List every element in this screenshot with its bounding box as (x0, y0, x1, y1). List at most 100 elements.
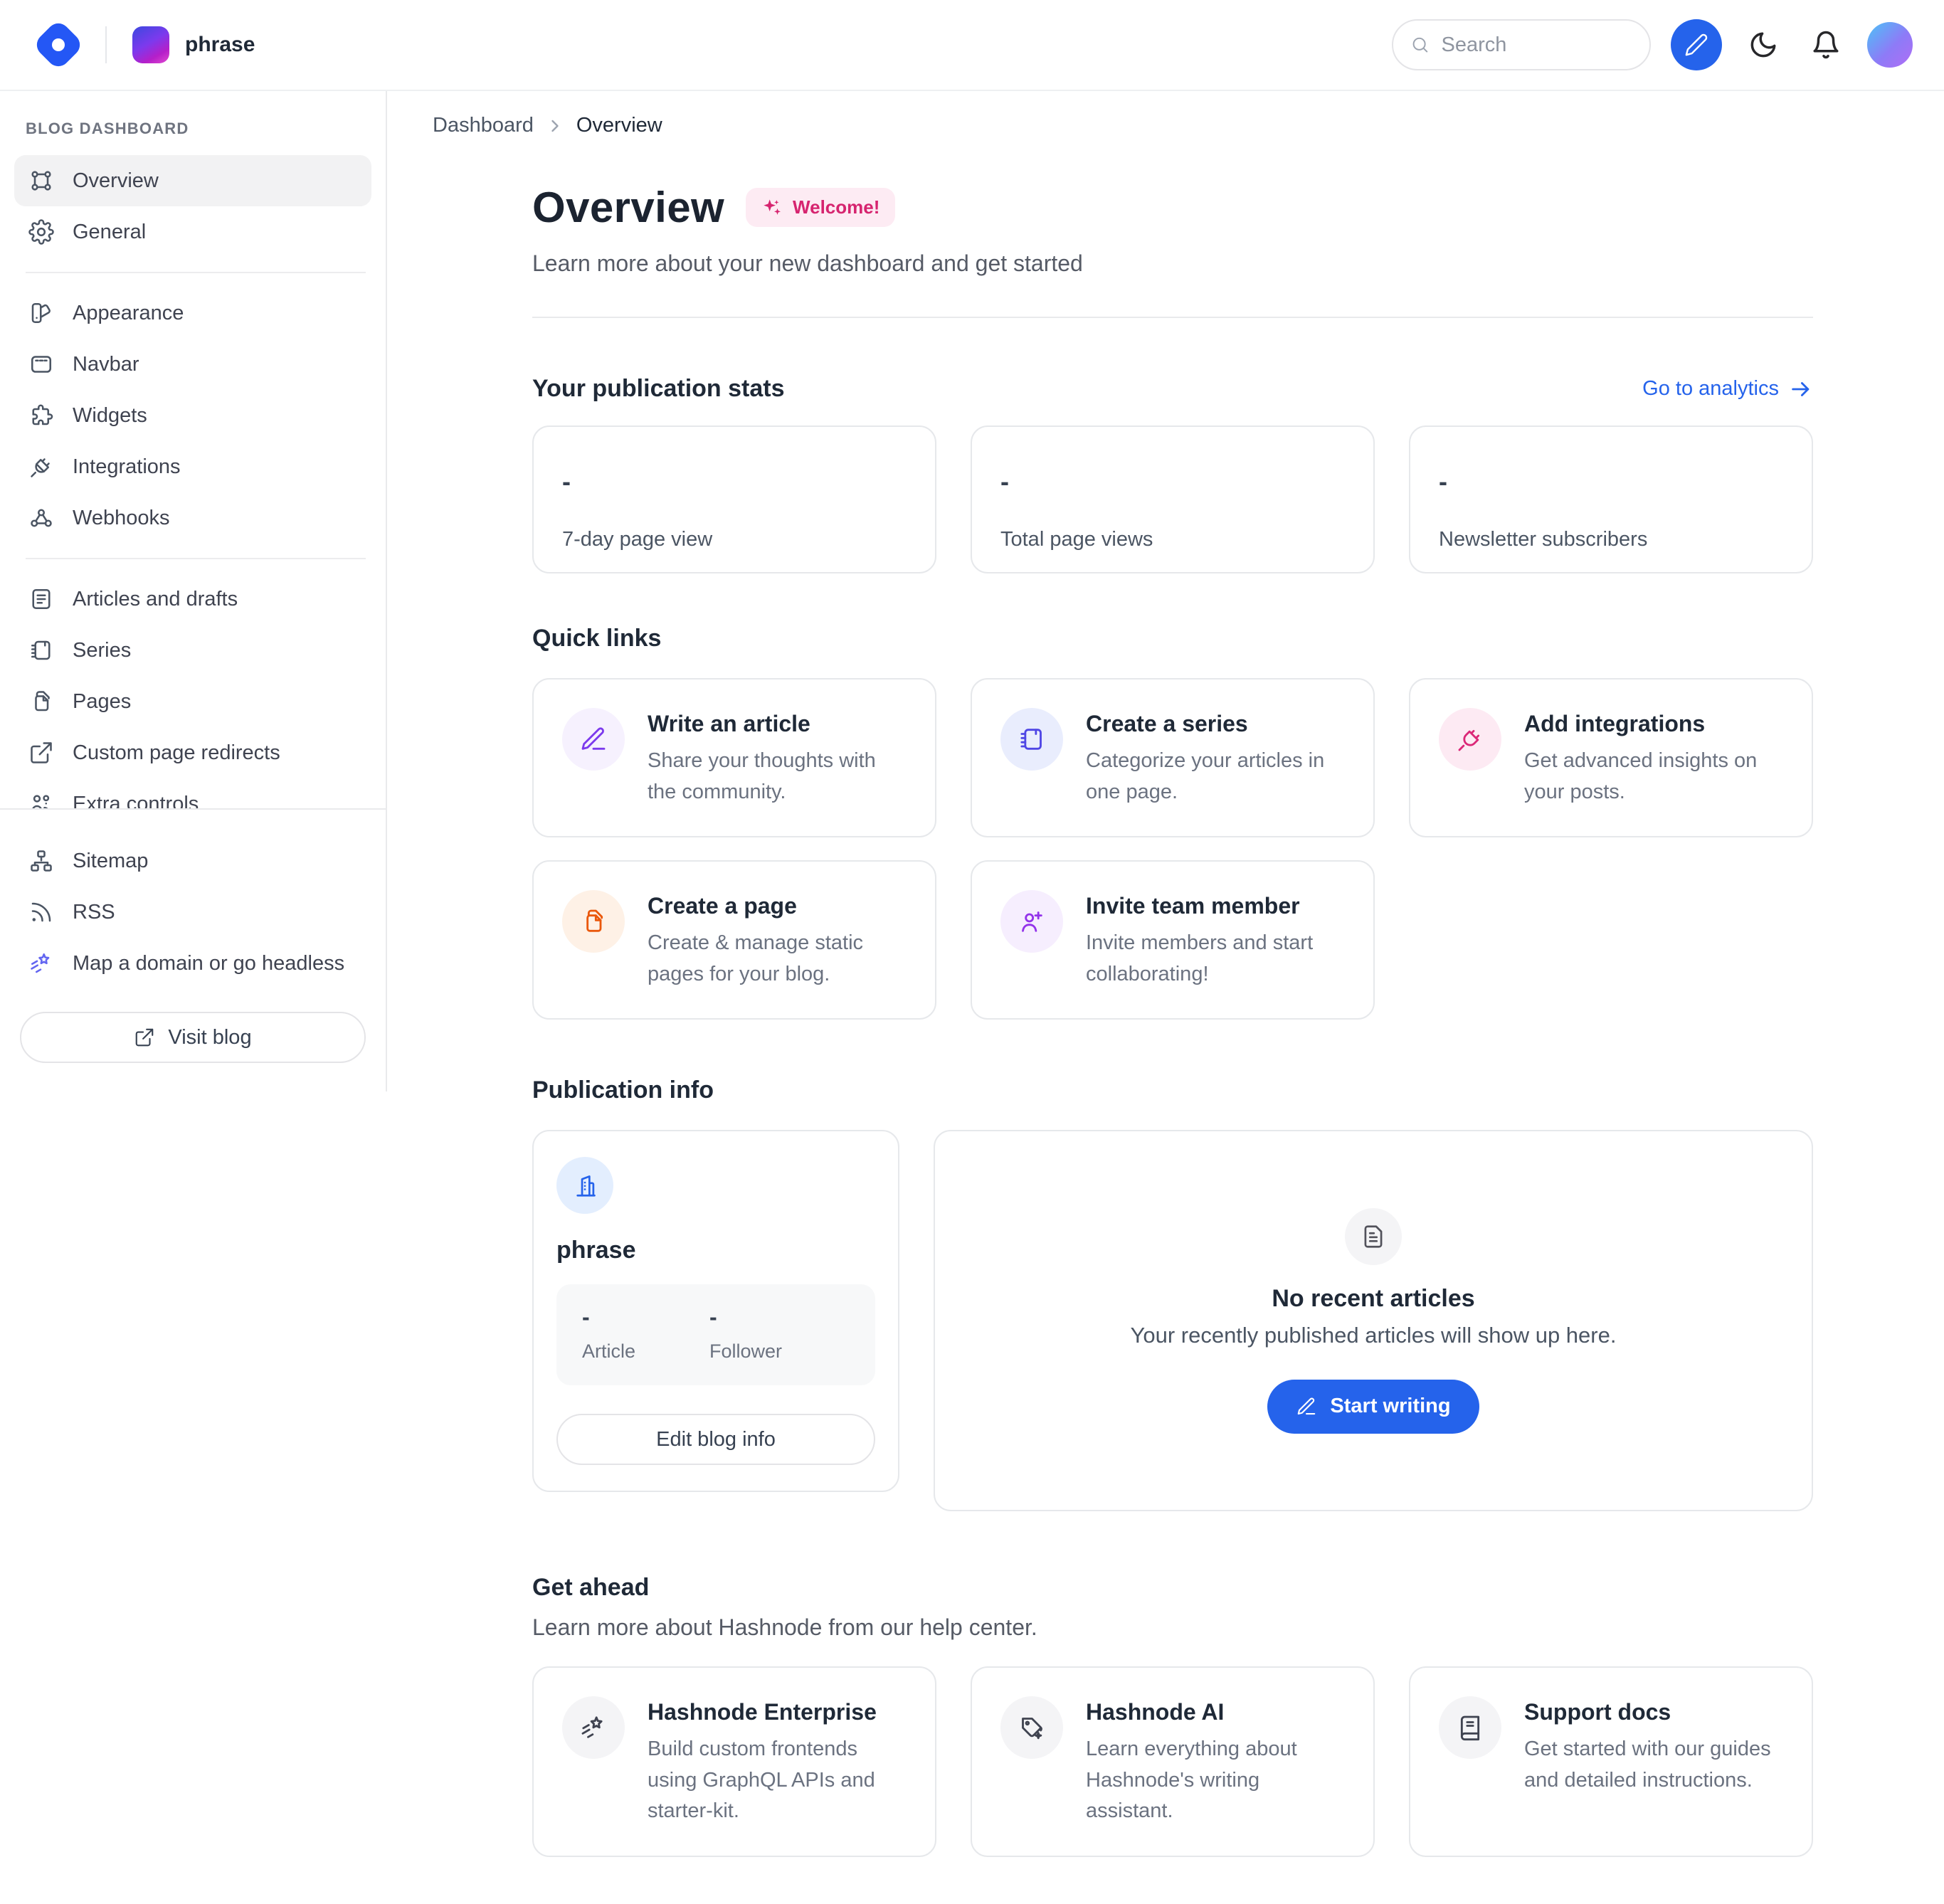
recent-articles-desc: Your recently published articles will sh… (1131, 1323, 1617, 1348)
get-ahead-heading: Get ahead (532, 1574, 1813, 1602)
edit-blog-info-button[interactable]: Edit blog info (556, 1414, 875, 1465)
card-title: Support docs (1524, 1699, 1783, 1725)
page-title: Overview (532, 183, 724, 232)
card-desc: Categorize your articles in one page. (1086, 746, 1345, 808)
sidebar-item-series[interactable]: Series (14, 625, 371, 676)
start-writing-button[interactable]: Start writing (1267, 1380, 1479, 1434)
page-subtitle: Learn more about your new dashboard and … (532, 250, 1813, 277)
card-title: Hashnode AI (1086, 1699, 1345, 1725)
stat-card-newsletter-subscribers[interactable]: - Newsletter subscribers (1409, 425, 1813, 573)
welcome-badge-label: Welcome! (793, 196, 879, 218)
go-to-analytics-link[interactable]: Go to analytics (1642, 377, 1813, 401)
get-ahead-card-support-docs[interactable]: Support docs Get started with our guides… (1409, 1666, 1813, 1857)
rss-icon (28, 899, 54, 925)
sidebar-item-extra-controls[interactable]: Extra controls (14, 778, 371, 808)
plug-icon (1439, 708, 1501, 771)
external-link-icon (28, 740, 54, 766)
pages-icon (28, 689, 54, 714)
appearance-icon (28, 300, 54, 326)
blog-name[interactable]: phrase (185, 33, 255, 57)
sidebar-section-label: BLOG DASHBOARD (26, 120, 371, 138)
document-icon (1345, 1208, 1402, 1265)
sidebar-item-label: General (73, 221, 146, 244)
quick-link-create-page[interactable]: Create a page Create & manage static pag… (532, 860, 936, 1020)
breadcrumb: Dashboard Overview (433, 114, 1944, 137)
shooting-star-icon (28, 951, 54, 976)
metric-value: - (582, 1304, 635, 1331)
card-title: Invite team member (1086, 893, 1345, 919)
sidebar-item-label: Pages (73, 690, 131, 714)
sidebar-item-overview[interactable]: Overview (14, 155, 371, 206)
sidebar-nav: BLOG DASHBOARD Overview General Appearan… (0, 91, 386, 808)
sidebar: BLOG DASHBOARD Overview General Appearan… (0, 91, 387, 1091)
search-bar[interactable] (1392, 19, 1651, 70)
metric-article: - Article (582, 1304, 635, 1363)
hashnode-logo[interactable] (32, 18, 85, 71)
sidebar-divider (26, 272, 366, 273)
quick-link-write-article[interactable]: Write an article Share your thoughts wit… (532, 678, 936, 837)
shooting-star-icon (562, 1696, 625, 1759)
search-input[interactable] (1442, 33, 1632, 57)
pages-icon (562, 890, 625, 953)
stat-value: - (1439, 467, 1783, 497)
pen-icon (1684, 33, 1708, 57)
card-desc: Learn everything about Hashnode's writin… (1086, 1734, 1345, 1827)
sidebar-item-general[interactable]: General (14, 206, 371, 258)
sidebar-item-map-domain[interactable]: Map a domain or go headless (14, 938, 371, 989)
card-desc: Share your thoughts with the community. (648, 746, 907, 808)
divider (532, 317, 1813, 318)
quick-link-create-series[interactable]: Create a series Categorize your articles… (971, 678, 1375, 837)
app-header: phrase (0, 0, 1944, 91)
recent-articles-card: No recent articles Your recently publish… (934, 1130, 1813, 1511)
sidebar-item-custom-page-redirects[interactable]: Custom page redirects (14, 727, 371, 778)
sidebar-divider (26, 558, 366, 559)
publication-name: phrase (556, 1237, 875, 1264)
sidebar-item-webhooks[interactable]: Webhooks (14, 492, 371, 544)
breadcrumb-overview[interactable]: Overview (576, 114, 662, 137)
stat-card-total-page-views[interactable]: - Total page views (971, 425, 1375, 573)
sidebar-item-label: Extra controls (73, 793, 199, 809)
visit-blog-button[interactable]: Visit blog (20, 1012, 366, 1063)
visit-blog-label: Visit blog (168, 1026, 251, 1049)
welcome-badge: Welcome! (746, 188, 895, 227)
quick-link-invite-team-member[interactable]: Invite team member Invite members and st… (971, 860, 1375, 1020)
sidebar-item-integrations[interactable]: Integrations (14, 441, 371, 492)
write-button[interactable] (1671, 19, 1722, 70)
sidebar-item-label: Articles and drafts (73, 588, 238, 611)
sidebar-item-pages[interactable]: Pages (14, 676, 371, 727)
sidebar-item-appearance[interactable]: Appearance (14, 287, 371, 339)
external-link-icon (134, 1027, 155, 1048)
pen-icon (562, 708, 625, 771)
sidebar-item-articles-and-drafts[interactable]: Articles and drafts (14, 573, 371, 625)
blog-avatar[interactable] (132, 26, 169, 63)
user-avatar[interactable] (1867, 22, 1913, 68)
gear-icon (28, 219, 54, 245)
sidebar-item-navbar[interactable]: Navbar (14, 339, 371, 390)
chevron-right-icon (545, 116, 565, 136)
sidebar-item-label: Map a domain or go headless (73, 952, 344, 975)
overview-icon (28, 168, 54, 194)
sidebar-bottom-panel: Sitemap RSS Map a domain or go headless … (0, 808, 386, 1063)
metric-value: - (709, 1304, 782, 1331)
sitemap-icon (28, 848, 54, 874)
analytics-link-label: Go to analytics (1642, 377, 1779, 401)
sidebar-item-rss[interactable]: RSS (14, 887, 371, 938)
stat-label: 7-day page view (562, 528, 907, 551)
breadcrumb-dashboard[interactable]: Dashboard (433, 114, 534, 137)
sidebar-item-label: Custom page redirects (73, 741, 280, 765)
card-title: Write an article (648, 711, 907, 737)
sidebar-item-widgets[interactable]: Widgets (14, 390, 371, 441)
get-ahead-card-enterprise[interactable]: Hashnode Enterprise Build custom fronten… (532, 1666, 936, 1857)
sidebar-item-sitemap[interactable]: Sitemap (14, 835, 371, 887)
get-ahead-subtitle: Learn more about Hashnode from our help … (532, 1614, 1813, 1641)
get-ahead-card-ai[interactable]: Hashnode AI Learn everything about Hashn… (971, 1666, 1375, 1857)
pen-icon (1296, 1396, 1317, 1417)
stat-card-7-day-page-view[interactable]: - 7-day page view (532, 425, 936, 573)
dark-mode-toggle[interactable] (1742, 23, 1785, 66)
publication-card: phrase - Article - Follower Edit blog (532, 1130, 899, 1492)
notifications-button[interactable] (1805, 23, 1847, 66)
quick-link-add-integrations[interactable]: Add integrations Get advanced insights o… (1409, 678, 1813, 837)
metric-follower: - Follower (709, 1304, 782, 1363)
sparkles-icon (761, 198, 783, 218)
plug-icon (28, 454, 54, 480)
